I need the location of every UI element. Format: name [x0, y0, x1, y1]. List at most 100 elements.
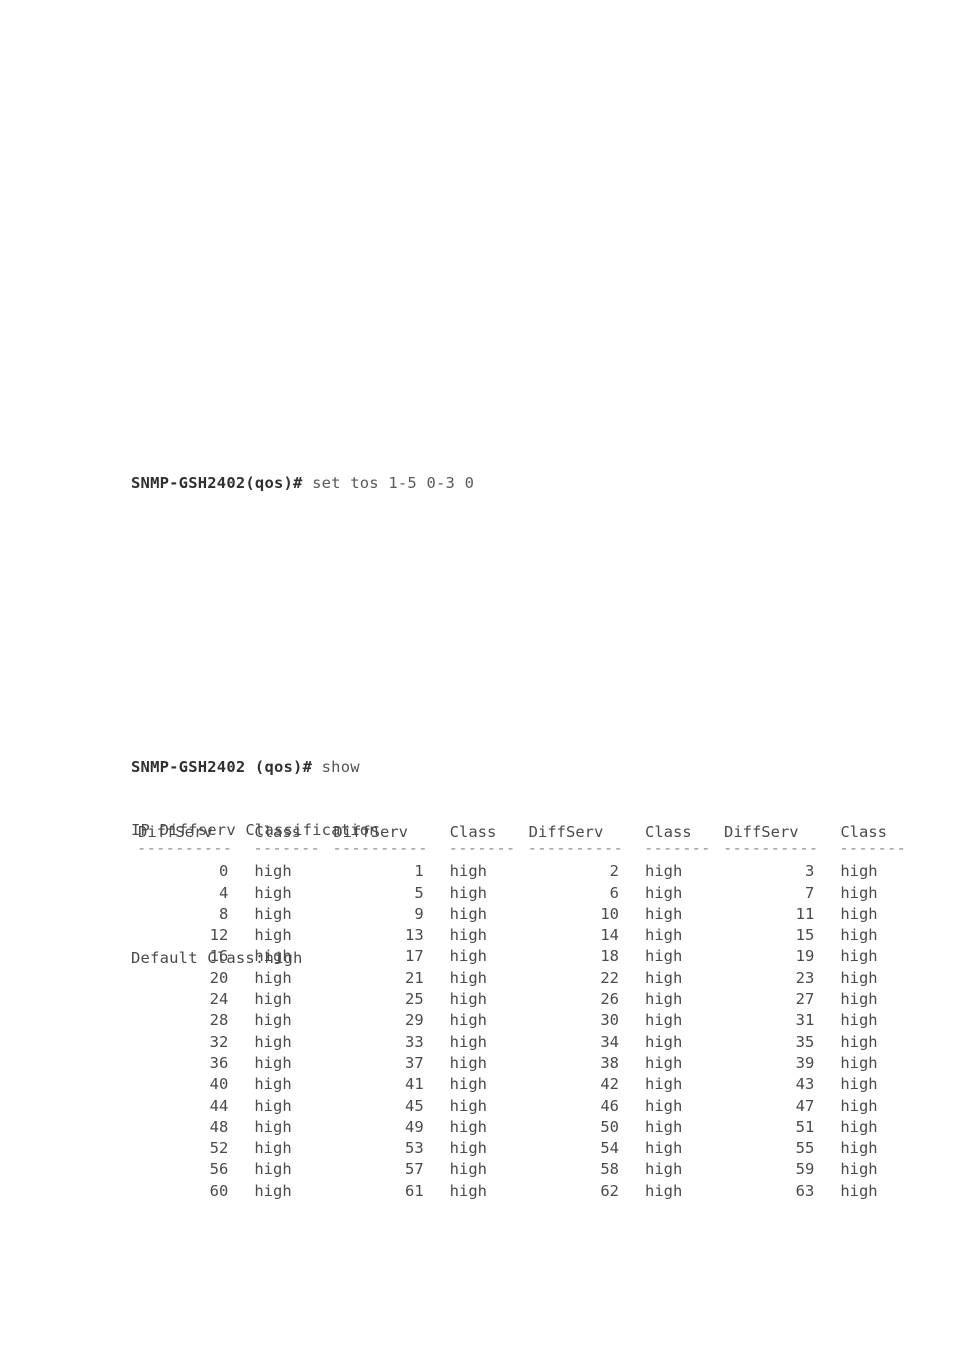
cell-diffserv: 30: [600, 1011, 619, 1030]
cell-diffserv: 53: [404, 1139, 424, 1158]
rule-dashes: ----------: [137, 843, 233, 854]
cell-class: high: [449, 1117, 487, 1136]
cell-class: high: [840, 1181, 878, 1200]
table-row: 16 high 17 high 18 high 19 high: [131, 946, 912, 967]
rule-dashes: -------: [253, 843, 321, 854]
cell-diffserv: 36: [209, 1053, 229, 1072]
cell-class: high: [644, 968, 683, 987]
cell-class: high: [254, 947, 292, 966]
cell-diffserv: 56: [209, 1160, 229, 1179]
cell-diffserv: 54: [600, 1139, 619, 1158]
cell-diffserv: 62: [600, 1181, 619, 1200]
cell-diffserv: 14: [600, 926, 619, 945]
cell-class: high: [254, 1011, 292, 1030]
cell-diffserv: 0: [218, 862, 229, 881]
diffserv-classification-table: DiffServ Class DiffServ Class DiffServ C…: [131, 822, 912, 1202]
cell-class: high: [449, 1011, 487, 1030]
cell-diffserv: 46: [600, 1096, 619, 1115]
rule-dashes: ----------: [527, 843, 623, 854]
cell-class: high: [254, 904, 292, 923]
cell-diffserv: 44: [209, 1096, 229, 1115]
table-row: 20 high 21 high 22 high 23 high: [131, 968, 912, 989]
console-block-set-tos: SNMP-GSH2402(qos)# set tos 1-5 0-3 0: [131, 430, 474, 536]
cell-class: high: [644, 1053, 683, 1072]
table-row: 32 high 33 high 34 high 35 high: [131, 1032, 912, 1053]
cell-diffserv: 52: [209, 1139, 229, 1158]
cell-diffserv: 55: [795, 1139, 815, 1158]
cell-class: high: [254, 883, 292, 902]
cell-class: high: [644, 1139, 683, 1158]
header-diffserv-1: DiffServ: [138, 823, 213, 841]
cell-diffserv: 16: [209, 947, 229, 966]
rule-class-4: -------: [818, 843, 912, 861]
cell-class: high: [840, 1160, 878, 1179]
rule-dashes: -------: [839, 843, 907, 854]
rule-class-3: -------: [623, 843, 717, 861]
cell-class: high: [840, 990, 878, 1009]
command-line-set-tos: SNMP-GSH2402(qos)# set tos 1-5 0-3 0: [131, 473, 474, 494]
cell-diffserv: 19: [795, 947, 815, 966]
cell-class: high: [644, 1011, 683, 1030]
cell-class: high: [644, 1181, 683, 1200]
cell-diffserv: 47: [795, 1096, 815, 1115]
rule-diffserv-3: ----------: [522, 843, 623, 861]
cell-class: high: [449, 1032, 487, 1051]
cell-class: high: [840, 1139, 878, 1158]
cell-diffserv: 11: [795, 904, 815, 923]
cell-class: high: [840, 904, 878, 923]
cell-diffserv: 17: [404, 947, 424, 966]
cell-class: high: [644, 990, 683, 1009]
table-header-row: DiffServ Class DiffServ Class DiffServ C…: [131, 822, 912, 843]
cli-command-show: show: [312, 757, 360, 776]
cell-class: high: [254, 1096, 292, 1115]
cell-class: high: [644, 1032, 683, 1051]
cell-diffserv: 35: [795, 1032, 815, 1051]
cell-diffserv: 22: [600, 968, 619, 987]
cli-prompt: SNMP-GSH2402(qos)#: [131, 473, 303, 492]
header-diffserv-2: DiffServ: [333, 823, 408, 841]
cell-diffserv: 49: [404, 1117, 424, 1136]
cell-class: high: [644, 1117, 683, 1136]
cell-class: high: [254, 1139, 292, 1158]
cell-diffserv: 48: [209, 1117, 229, 1136]
cell-diffserv: 40: [209, 1075, 229, 1094]
table-row: 4 high 5 high 6 high 7 high: [131, 883, 912, 904]
cell-class: high: [644, 1096, 683, 1115]
cell-class: high: [644, 904, 683, 923]
cell-diffserv: 58: [600, 1160, 619, 1179]
cell-class: high: [254, 968, 292, 987]
cell-diffserv: 63: [795, 1181, 815, 1200]
cell-class: high: [449, 926, 487, 945]
header-diffserv-3: DiffServ: [528, 823, 604, 841]
cell-class: high: [254, 1181, 292, 1200]
cell-class: high: [449, 862, 487, 881]
cell-diffserv: 10: [600, 904, 619, 923]
cli-prompt-show: SNMP-GSH2402 (qos)#: [131, 757, 313, 776]
header-class-2: Class: [449, 823, 497, 841]
table-row: 8 high 9 high 10 high 11 high: [131, 904, 912, 925]
cell-class: high: [644, 1075, 683, 1094]
rule-diffserv-2: ----------: [326, 843, 427, 861]
table-body: 0 high 1 high 2 high 3 high 4 high 5 high 6 high 7 high…: [131, 861, 912, 1202]
cell-diffserv: 9: [414, 904, 424, 923]
cell-class: high: [254, 1053, 292, 1072]
cell-diffserv: 42: [600, 1075, 619, 1094]
table-row: 28 high 29 high 30 high 31 high: [131, 1010, 912, 1031]
rule-class-2: -------: [428, 843, 522, 861]
cell-diffserv: 12: [209, 926, 229, 945]
header-class-3: Class: [644, 823, 692, 841]
cell-diffserv: 41: [404, 1075, 424, 1094]
cell-class: high: [840, 947, 878, 966]
cell-diffserv: 5: [414, 883, 424, 902]
cell-class: high: [840, 1032, 878, 1051]
cell-class: high: [449, 1181, 487, 1200]
header-class-1: Class: [254, 823, 301, 841]
cell-class: high: [254, 1117, 292, 1136]
rule-dashes: ----------: [332, 843, 428, 854]
cell-diffserv: 29: [404, 1011, 424, 1030]
cell-diffserv: 24: [209, 990, 229, 1009]
header-class-4: Class: [840, 823, 887, 841]
table-row: 0 high 1 high 2 high 3 high: [131, 861, 912, 882]
table-row: 36 high 37 high 38 high 39 high: [131, 1053, 912, 1074]
cell-class: high: [840, 926, 878, 945]
